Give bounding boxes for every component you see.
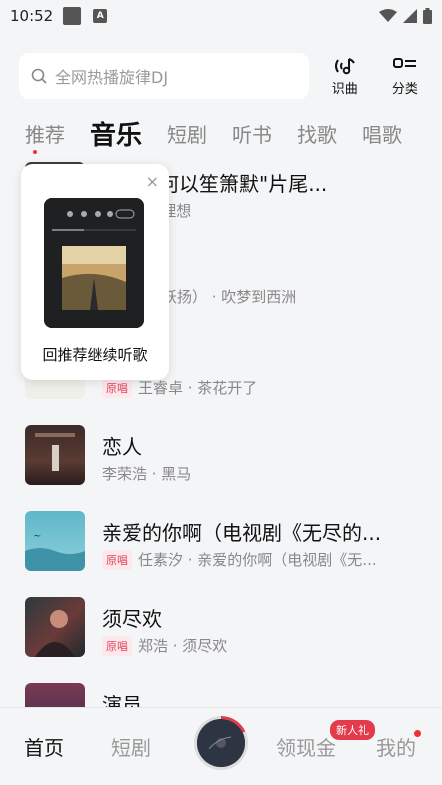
nav-earn-cash[interactable]: 领现金 bbox=[276, 732, 336, 761]
bottom-nav: 首页 短剧 领现金 新人礼 我的 bbox=[0, 707, 442, 785]
recommend-red-dot bbox=[33, 150, 37, 154]
tab-music[interactable]: 音乐 bbox=[65, 115, 142, 152]
search-input[interactable]: 全网热播旋律DJ bbox=[19, 53, 309, 99]
song-subtitle: 原唱 任素汐 · 亲爱的你啊（电视剧《无... bbox=[102, 549, 422, 570]
song-title: 须尽欢 bbox=[102, 607, 162, 631]
category-label: 分类 bbox=[391, 81, 418, 97]
newbie-gift-badge: 新人礼 bbox=[330, 720, 375, 740]
cover-figure bbox=[35, 433, 75, 471]
tab-audiobook[interactable]: 听书 bbox=[207, 119, 272, 148]
tab-music-label: 音乐 bbox=[90, 120, 143, 151]
recognize-song-label: 识曲 bbox=[331, 81, 358, 97]
tab-recommend[interactable]: 推荐 bbox=[0, 119, 65, 148]
nav-mine[interactable]: 我的 bbox=[376, 732, 416, 761]
song-artist-album: 李荣浩 · 黑马 bbox=[102, 465, 192, 483]
battery-icon bbox=[423, 8, 432, 24]
cover-figure bbox=[35, 610, 75, 657]
category-icon bbox=[392, 57, 416, 68]
song-artist-album: 任素汐 · 亲爱的你啊（电视剧《无... bbox=[138, 551, 377, 569]
cover-waves: ~ bbox=[25, 531, 85, 571]
status-time: 10:52 bbox=[10, 7, 54, 25]
song-subtitle: 原唱 王睿卓 · 茶花开了 bbox=[102, 377, 422, 398]
continue-listening-popup[interactable]: × 回推荐继续听歌 bbox=[21, 164, 169, 380]
song-cover: ~ bbox=[25, 511, 85, 571]
tab-find-song[interactable]: 找歌 bbox=[272, 119, 337, 148]
preview-player-illustration bbox=[44, 198, 144, 328]
original-badge: 原唱 bbox=[102, 377, 132, 398]
song-title: 恋人 bbox=[102, 435, 142, 459]
status-bar: 10:52 A bbox=[0, 0, 442, 32]
song-subtitle: 原唱 郑浩 · 须尽欢 bbox=[102, 635, 422, 656]
song-title: 亲爱的你啊（电视剧《无尽的... bbox=[102, 521, 382, 545]
wifi-icon bbox=[379, 9, 397, 22]
popup-preview-image bbox=[44, 198, 144, 328]
nav-short-drama[interactable]: 短剧 bbox=[111, 732, 151, 761]
notification-a-icon: A bbox=[93, 9, 108, 23]
original-badge: 原唱 bbox=[102, 635, 132, 656]
playback-progress-ring bbox=[220, 716, 246, 733]
song-row[interactable]: ~ 亲爱的你啊（电视剧《无尽的... 原唱 任素汐 · 亲爱的你啊（电视剧《无..… bbox=[0, 511, 442, 597]
search-row: 全网热播旋律DJ 识曲 分类 bbox=[19, 52, 429, 100]
song-artist-album: 王睿卓 · 茶花开了 bbox=[138, 379, 258, 397]
song-cover bbox=[25, 425, 85, 485]
search-placeholder: 全网热播旋律DJ bbox=[55, 68, 169, 87]
tab-short-drama[interactable]: 短剧 bbox=[142, 119, 207, 148]
recognize-song-button[interactable]: 识曲 bbox=[321, 56, 369, 97]
song-row[interactable]: 恋人 李荣浩 · 黑马 bbox=[0, 425, 442, 511]
nav-home[interactable]: 首页 bbox=[24, 732, 64, 761]
notification-square-icon bbox=[63, 7, 82, 25]
category-tabs: 推荐 音乐 短剧 听书 找歌 唱歌 bbox=[0, 112, 442, 154]
search-icon bbox=[31, 68, 47, 84]
song-cover bbox=[25, 597, 85, 657]
song-subtitle: 李荣浩 · 黑马 bbox=[102, 463, 422, 484]
song-row[interactable]: 须尽欢 原唱 郑浩 · 须尽欢 bbox=[0, 597, 442, 683]
cell-signal-icon bbox=[403, 9, 417, 23]
song-artist-album: 郑浩 · 须尽欢 bbox=[138, 637, 228, 655]
svg-text:~: ~ bbox=[33, 531, 41, 542]
music-recognize-icon bbox=[334, 57, 355, 74]
close-icon[interactable]: × bbox=[146, 174, 159, 190]
popup-message: 回推荐继续听歌 bbox=[42, 346, 148, 364]
original-badge: 原唱 bbox=[102, 549, 132, 570]
mine-red-dot bbox=[414, 730, 421, 737]
category-button[interactable]: 分类 bbox=[381, 56, 429, 97]
tab-karaoke[interactable]: 唱歌 bbox=[337, 119, 402, 148]
